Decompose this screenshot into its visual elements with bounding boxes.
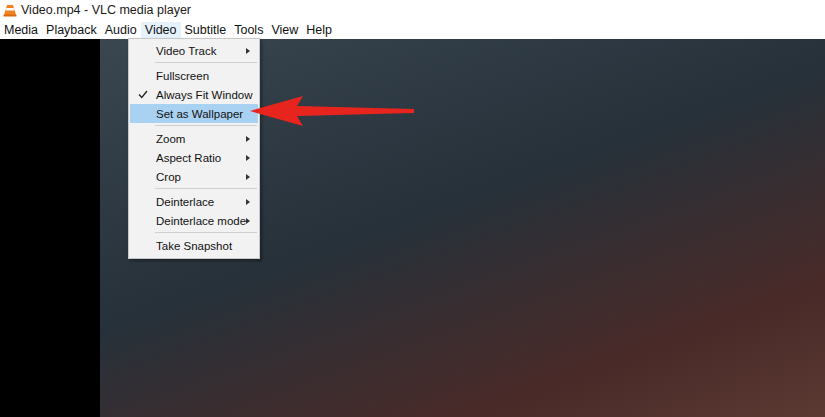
menu-item-label: Take Snapshot — [156, 240, 258, 252]
menu-item[interactable]: Fullscreen — [130, 66, 258, 85]
submenu-arrow-icon — [246, 48, 250, 54]
menu-item[interactable]: Crop — [130, 167, 258, 186]
menu-bar: MediaPlaybackAudioVideoSubtitleToolsView… — [0, 20, 825, 39]
letterbox — [0, 39, 100, 417]
menu-bar-item[interactable]: Help — [302, 22, 336, 38]
menu-item[interactable]: Set as Wallpaper — [130, 104, 258, 123]
menu-item-label: Aspect Ratio — [156, 152, 246, 164]
menu-item[interactable]: Take Snapshot — [130, 236, 258, 255]
menu-item-label: Crop — [156, 171, 246, 183]
submenu-arrow-icon — [246, 218, 250, 224]
submenu-arrow-icon — [246, 136, 250, 142]
vlc-window: Video.mp4 - VLC media player MediaPlaybac… — [0, 0, 825, 417]
menu-bar-item[interactable]: Audio — [101, 22, 141, 38]
vlc-cone-icon — [3, 3, 17, 17]
menu-item[interactable]: Video Track — [130, 41, 258, 60]
menu-item-label: Deinterlace mode — [156, 215, 246, 227]
menu-bar-item[interactable]: View — [267, 22, 302, 38]
menu-separator — [155, 125, 257, 126]
menu-bar-item[interactable]: Video — [141, 22, 181, 38]
menu-separator — [155, 62, 257, 63]
menu-item[interactable]: Aspect Ratio — [130, 148, 258, 167]
menu-item[interactable]: Deinterlace — [130, 192, 258, 211]
window-title: Video.mp4 - VLC media player — [21, 3, 191, 17]
menu-item-label: Video Track — [156, 45, 246, 57]
menu-item-label: Deinterlace — [156, 196, 246, 208]
video-menu: Video Track Fullscreen Always Fit Window Se… — [128, 38, 260, 259]
menu-bar-item[interactable]: Media — [0, 22, 42, 38]
title-bar: Video.mp4 - VLC media player — [0, 0, 825, 20]
menu-item[interactable]: Always Fit Window — [130, 85, 258, 104]
menu-bar-item[interactable]: Tools — [230, 22, 267, 38]
video-area: Video Track Fullscreen Always Fit Window Se… — [0, 39, 825, 417]
check-gutter — [130, 90, 156, 99]
menu-item-label: Always Fit Window — [156, 89, 258, 101]
red-arrow-icon — [247, 93, 417, 129]
menu-separator — [155, 188, 257, 189]
submenu-arrow-icon — [246, 174, 250, 180]
menu-item-label: Fullscreen — [156, 70, 258, 82]
menu-item-label: Set as Wallpaper — [156, 108, 258, 120]
menu-item-label: Zoom — [156, 133, 246, 145]
submenu-arrow-icon — [246, 155, 250, 161]
menu-item[interactable]: Zoom — [130, 129, 258, 148]
submenu-arrow-icon — [246, 199, 250, 205]
menu-bar-item[interactable]: Playback — [42, 22, 101, 38]
menu-item[interactable]: Deinterlace mode — [130, 211, 258, 230]
menu-separator — [155, 232, 257, 233]
menu-bar-item[interactable]: Subtitle — [181, 22, 231, 38]
check-icon — [138, 90, 148, 99]
